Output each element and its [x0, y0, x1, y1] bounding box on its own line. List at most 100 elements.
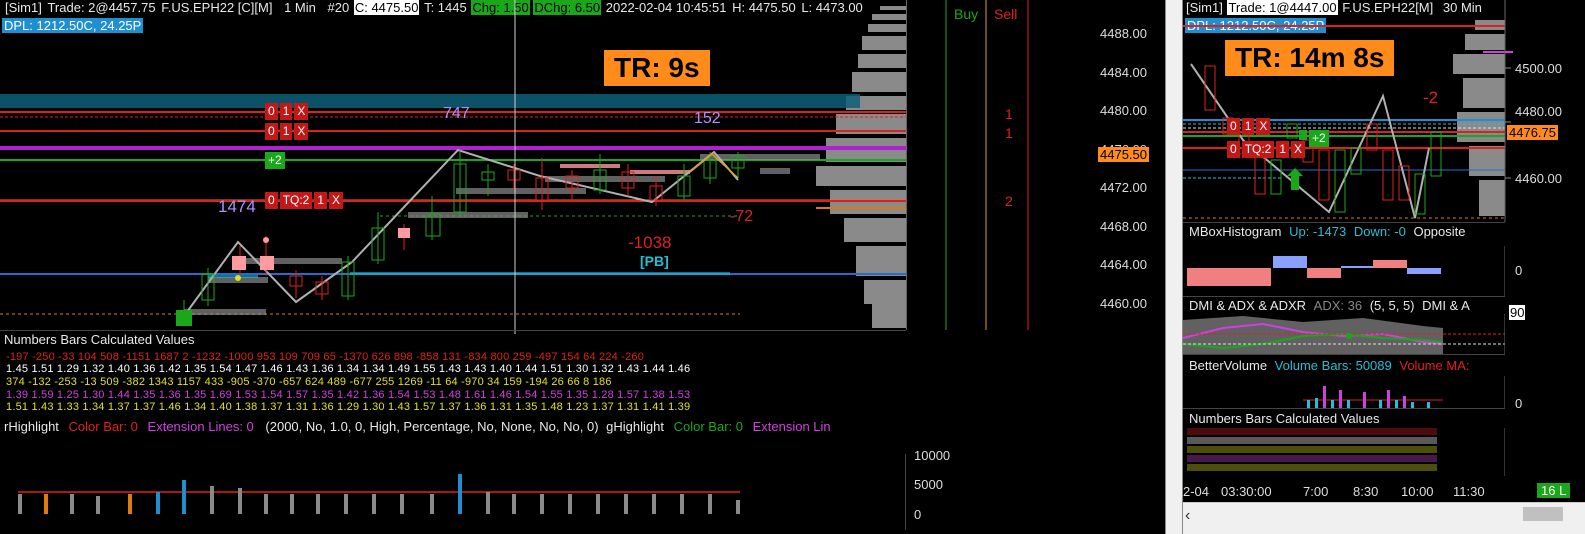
mbox-up: Up: -1473	[1289, 224, 1347, 239]
dmi-params: (5, 5, 5)	[1369, 298, 1415, 313]
order-qty: 0	[265, 192, 278, 209]
bettervolume-ma: Volume MA:	[1399, 358, 1470, 373]
mbox-histogram	[1187, 246, 1505, 296]
time-tick: 10:00	[1401, 484, 1434, 499]
volume-panel[interactable]	[0, 440, 906, 530]
price-tick: 4484.00	[1100, 65, 1147, 80]
sell-count[interactable]: 1	[1005, 125, 1013, 141]
panel-divider[interactable]	[1183, 354, 1505, 355]
order-cancel-button[interactable]: X	[294, 123, 309, 140]
order-count: 1	[1276, 141, 1290, 158]
numbers-row: 1.45 1.51 1.29 1.32 1.40 1.36 1.42 1.35 …	[6, 363, 691, 375]
current-price-marker: 4476.75	[1507, 125, 1558, 140]
time-tick: 8:30	[1353, 484, 1379, 499]
time-tick: 7:00	[1303, 484, 1329, 499]
order-count: 1	[314, 192, 328, 209]
time-tick: 2-04	[1183, 484, 1210, 499]
panel-divider[interactable]	[0, 330, 906, 331]
status-badge: 16 L	[1537, 483, 1571, 498]
current-price-marker: 4475.50	[1098, 147, 1149, 162]
order-count: 1	[279, 103, 293, 120]
window-splitter[interactable]	[1165, 0, 1183, 534]
right-chart-panel[interactable]: [Sim1] Trade: 1@4447.00 F.US.EPH22[M] 30…	[1183, 0, 1585, 534]
left-chart-panel[interactable]: [Sim1] Trade: 2@4457.75 F.US.EPH22 [C][M…	[0, 0, 1165, 534]
price-tick: 4460.00	[1515, 171, 1562, 186]
time-remaining-badge: TR: 9s	[604, 50, 710, 86]
horizontal-scrollbar[interactable]: ‹	[1183, 502, 1585, 534]
panel-divider[interactable]	[1183, 296, 1505, 297]
time-axis: 2-04 03:30:00 7:00 8:30 10:00 11:30	[1183, 480, 1505, 502]
order-cancel-button[interactable]: X	[329, 192, 344, 209]
numbers-bars-compressed	[1187, 428, 1505, 476]
bettervolume-indicator-title: BetterVolume Volume Bars: 50089 Volume M…	[1189, 358, 1469, 373]
delta-label-152: 152	[694, 110, 721, 127]
order-row-3[interactable]: 0 TQ:2 1 X	[265, 192, 345, 209]
price-tick: 4500.00	[1515, 61, 1562, 76]
delta-label-747: 747	[443, 105, 470, 122]
price-axis-line	[906, 0, 907, 330]
left-price-chart[interactable]	[0, 0, 1165, 334]
numbers-row: -197 -250 -33 104 508 -1151 1687 2 -1232…	[6, 351, 645, 363]
delta-label-neg72: -72	[730, 208, 754, 225]
price-tick: 4480.00	[1515, 104, 1562, 119]
order-tq: TQ:2	[279, 192, 313, 209]
volume-bars	[18, 474, 740, 514]
sell-column-header[interactable]: Sell	[994, 6, 1017, 22]
bettervolume-bars: Volume Bars: 50089	[1274, 358, 1392, 373]
order-cancel-button[interactable]: X	[1291, 141, 1306, 158]
price-tick: 4488.00	[1100, 26, 1147, 41]
volume-profile	[816, 6, 906, 328]
numbers-row: 374 -132 -253 -13 509 -382 1343 1157 433…	[6, 376, 612, 388]
mbox-opposite: Opposite	[1413, 224, 1466, 239]
mbox-indicator-title: MBoxHistogram Up: -1473 Down: -0 Opposit…	[1189, 224, 1466, 239]
sell-count[interactable]: 1	[1005, 106, 1013, 122]
panel-divider[interactable]	[1183, 222, 1505, 223]
rhighlight-name: rHighlight	[4, 419, 59, 434]
order-count: 1	[279, 123, 293, 140]
buy-column-header[interactable]: Buy	[954, 6, 978, 22]
position-qty: +2	[1309, 130, 1329, 147]
mbox-name: MBoxHistogram	[1189, 224, 1282, 239]
time-tick: 03:30:00	[1221, 484, 1272, 499]
order-row-2[interactable]: 0 1 X	[265, 123, 310, 140]
dmi-axis-tick: 90	[1509, 305, 1526, 320]
numbers-row: 1.39 1.59 1.25 1.30 1.44 1.35 1.36 1.35 …	[6, 389, 691, 401]
range-boxes	[184, 154, 820, 315]
sell-count[interactable]: 2	[1005, 193, 1013, 209]
order-cancel-button[interactable]: X	[1256, 118, 1271, 135]
ghighlight-ext: Extension Lin	[752, 419, 831, 434]
numbers-bars-title: Numbers Bars Calculated Values	[4, 332, 195, 347]
order-row-1[interactable]: 0 1 X	[265, 103, 310, 120]
position-badge[interactable]: +2	[265, 152, 287, 169]
mbox-down: Down: -0	[1353, 224, 1406, 239]
numbers-bars-title: Numbers Bars Calculated Values	[1189, 411, 1380, 426]
order-row-2[interactable]: 0 TQ:2 1 X	[1227, 141, 1307, 158]
delta-label-neg2: -2	[1423, 88, 1439, 107]
volume-axis-tick: 10000	[914, 448, 951, 463]
order-cancel-button[interactable]: X	[294, 103, 309, 120]
time-remaining-badge: TR: 14m 8s	[1225, 40, 1395, 76]
order-qty: 0	[265, 123, 278, 140]
dmi-more: DMI & A	[1422, 298, 1470, 313]
position-qty: +2	[265, 152, 285, 169]
price-tick: 4468.00	[1100, 219, 1147, 234]
position-badge[interactable]: +2	[1309, 130, 1331, 147]
order-count: 1	[1241, 118, 1255, 135]
volume-axis-tick: 5000	[914, 477, 943, 492]
dmi-indicator-title: DMI & ADX & ADXR ADX: 36 (5, 5, 5) DMI &…	[1189, 298, 1470, 313]
rhighlight-extlines: Extension Lines: 0	[147, 419, 254, 434]
order-row-1[interactable]: 0 1 X	[1227, 118, 1272, 135]
order-qty: 0	[265, 103, 278, 120]
bettervolume-axis-tick: 0	[1515, 396, 1523, 411]
price-tick: 4460.00	[1100, 296, 1147, 311]
time-tick: 11:30	[1453, 484, 1485, 499]
scroll-thumb[interactable]	[1523, 507, 1563, 521]
bettervolume-chart	[1303, 376, 1505, 408]
panel-divider[interactable]	[1183, 408, 1505, 409]
price-tick: 4464.00	[1100, 257, 1147, 272]
scroll-left-icon[interactable]: ‹	[1185, 507, 1190, 525]
numbers-row: 1.51 1.43 1.33 1.34 1.37 1.37 1.46 1.34 …	[6, 401, 691, 413]
order-qty: 0	[1227, 141, 1240, 158]
dmi-adx: ADX: 36	[1313, 298, 1363, 313]
order-qty: 0	[1227, 118, 1240, 135]
